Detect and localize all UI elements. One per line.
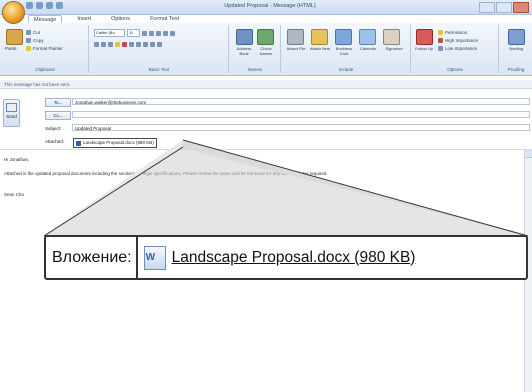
callout-filename: Landscape Proposal.docx (980 KB) — [171, 248, 416, 266]
attachment-zoom-callout: Вложение: Landscape Proposal.docx (980 K… — [44, 235, 528, 280]
office-button[interactable] — [2, 1, 25, 24]
zoom-connector — [43, 139, 529, 237]
callout-file[interactable]: Landscape Proposal.docx (980 KB) — [138, 245, 416, 270]
callout-label: Вложение: — [46, 237, 138, 278]
word-document-icon — [143, 245, 166, 270]
